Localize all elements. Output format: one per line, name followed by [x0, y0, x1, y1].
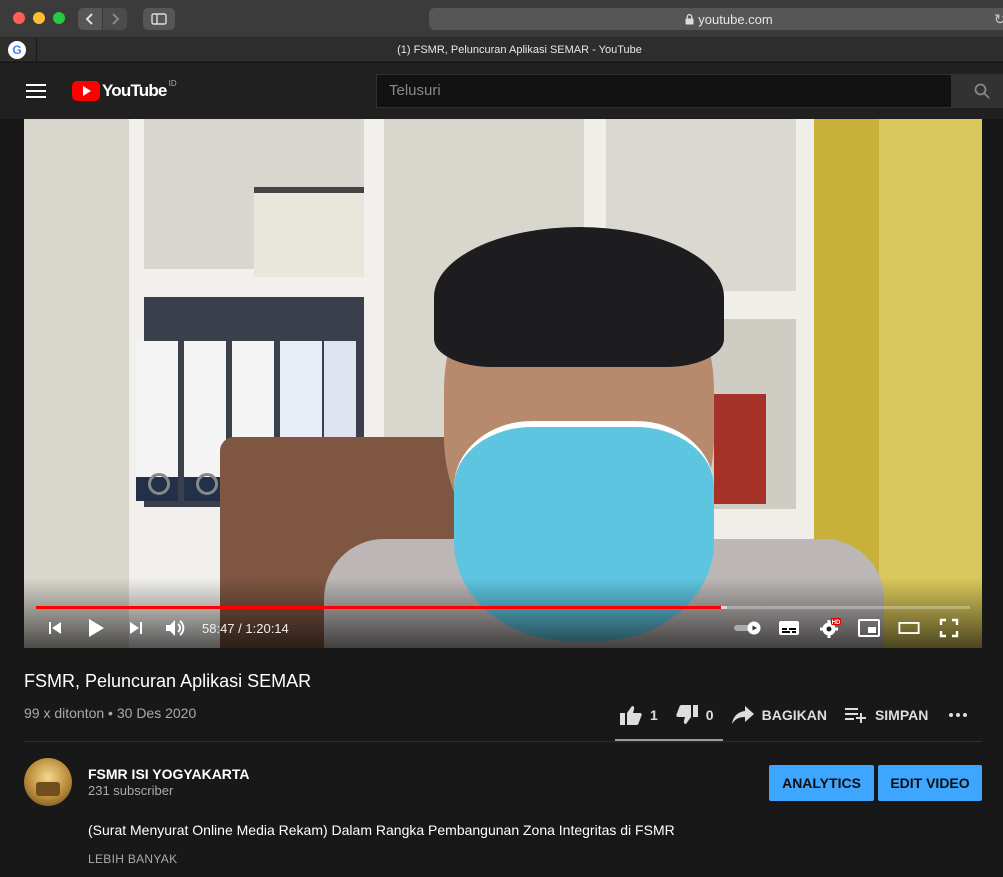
save-button[interactable]: SIMPAN — [844, 707, 929, 723]
browser-titlebar: youtube.com ↻ — [0, 0, 1003, 38]
thumbs-down-icon — [676, 705, 698, 724]
youtube-header: YouTube ID Telusuri — [0, 63, 1003, 119]
settings-button[interactable]: HD — [819, 617, 841, 639]
share-icon — [731, 706, 754, 724]
theater-mode-button[interactable] — [898, 617, 920, 639]
chevron-right-icon — [112, 13, 120, 25]
volume-icon — [166, 620, 185, 636]
volume-button[interactable] — [164, 617, 186, 639]
chevron-left-icon — [85, 13, 93, 25]
subtitles-button[interactable] — [778, 617, 800, 639]
search-button[interactable] — [952, 74, 1003, 108]
play-icon — [89, 619, 104, 637]
google-favicon-icon[interactable]: G — [8, 41, 26, 59]
more-horiz-icon — [949, 713, 968, 717]
region-code: ID — [168, 79, 177, 88]
youtube-play-icon — [72, 81, 100, 101]
back-button[interactable] — [78, 8, 102, 30]
progress-bar[interactable] — [36, 606, 970, 609]
close-window-button[interactable] — [13, 12, 25, 24]
view-count: 99 x ditonton — [24, 705, 105, 721]
analytics-button[interactable]: ANALYTICS — [769, 765, 874, 801]
current-time: 58:47 — [202, 621, 235, 636]
like-count: 1 — [650, 707, 658, 723]
skip-previous-icon — [49, 622, 61, 634]
url-text: youtube.com — [698, 11, 773, 27]
skip-next-icon — [130, 622, 142, 634]
video-player[interactable]: 58:47 / 1:20:14 HD — [24, 119, 982, 648]
lock-icon — [685, 13, 694, 24]
address-bar[interactable]: youtube.com — [429, 8, 1003, 30]
video-meta: 99 x ditonton • 30 Des 2020 — [24, 705, 196, 721]
play-button[interactable] — [85, 617, 107, 639]
show-more-button[interactable]: LEBIH BANYAK — [88, 852, 177, 866]
tab-bar: G (1) FSMR, Peluncuran Aplikasi SEMAR - … — [0, 38, 1003, 62]
channel-avatar[interactable] — [24, 758, 72, 806]
thumbs-up-icon — [620, 706, 642, 725]
share-button[interactable]: BAGIKAN — [731, 706, 827, 724]
fullscreen-icon — [939, 618, 959, 638]
search-input[interactable]: Telusuri — [376, 74, 952, 108]
miniplayer-button[interactable] — [858, 617, 880, 639]
hd-badge: HD — [832, 620, 841, 626]
autoplay-toggle[interactable] — [732, 617, 764, 639]
next-button[interactable] — [125, 617, 147, 639]
video-title: FSMR, Peluncuran Aplikasi SEMAR — [24, 671, 312, 691]
logo-text: YouTube — [102, 81, 167, 100]
previous-button[interactable] — [44, 617, 66, 639]
autoplay-icon — [734, 621, 761, 635]
reload-icon[interactable]: ↻ — [994, 11, 1003, 28]
menu-icon[interactable] — [26, 84, 46, 98]
forward-button[interactable] — [103, 8, 127, 30]
share-label: BAGIKAN — [761, 707, 827, 723]
time-display: 58:47 / 1:20:14 — [202, 621, 289, 636]
zoom-window-button[interactable] — [53, 12, 65, 24]
dislike-button[interactable]: 0 — [676, 705, 714, 725]
youtube-logo[interactable]: YouTube ID — [72, 79, 177, 101]
duration: 1:20:14 — [245, 621, 289, 636]
sidebar-toggle-button[interactable] — [143, 8, 175, 30]
video-actions: 1 0 BAGIKAN SIMPAN — [620, 700, 994, 730]
channel-name[interactable]: FSMR ISI YOGYAKARTA — [88, 766, 250, 782]
section-divider — [24, 741, 982, 742]
dislike-count: 0 — [705, 707, 714, 723]
fullscreen-button[interactable] — [938, 617, 960, 639]
active-tab-title[interactable]: (1) FSMR, Peluncuran Aplikasi SEMAR - Yo… — [36, 38, 1003, 62]
subtitles-icon — [779, 621, 799, 635]
subscriber-count: 231 subscriber — [88, 783, 174, 798]
upload-date: 30 Des 2020 — [116, 705, 197, 721]
time-separator: / — [234, 621, 246, 636]
search-icon — [974, 83, 990, 99]
save-label: SIMPAN — [874, 707, 929, 723]
more-actions-button[interactable] — [948, 712, 976, 718]
meta-dot: • — [104, 705, 117, 721]
miniplayer-icon — [858, 619, 880, 637]
video-description: (Surat Menyurat Online Media Rekam) Dala… — [88, 822, 675, 838]
minimize-window-button[interactable] — [33, 12, 45, 24]
theater-icon — [898, 622, 920, 634]
sidebar-icon — [151, 13, 167, 25]
like-button[interactable]: 1 — [620, 705, 658, 725]
gear-icon: HD — [820, 618, 841, 638]
progress-played — [36, 606, 721, 609]
playlist-add-icon — [844, 708, 866, 723]
edit-video-button[interactable]: EDIT VIDEO — [878, 765, 982, 801]
